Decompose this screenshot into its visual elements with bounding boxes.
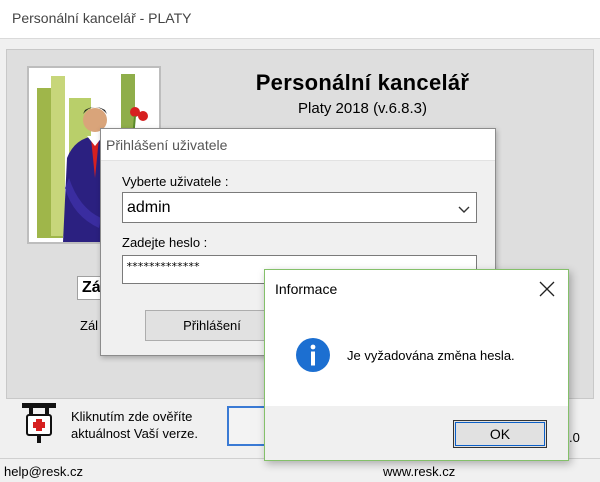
update-plug-icon[interactable] (18, 400, 60, 444)
background-label: Zál (80, 318, 99, 333)
main-window-title: Personální kancelář - PLATY (12, 10, 192, 26)
update-check-line2: aktuálnost Vaší verze. (71, 426, 198, 441)
info-dialog-titlebar: Informace (265, 270, 568, 308)
update-check-line1: Kliknutím zde ověříte (71, 409, 193, 424)
password-label: Zadejte heslo : (122, 235, 208, 250)
info-icon (295, 337, 331, 373)
login-dialog-titlebar: Přihlášení uživatele (101, 129, 495, 161)
info-message: Je vyžadována změna hesla. (347, 348, 515, 363)
login-dialog-title: Přihlášení uživatele (106, 137, 228, 153)
ok-button[interactable]: OK (453, 420, 547, 448)
update-check-link[interactable]: Kliknutím zde ověříte aktuálnost Vaší ve… (71, 408, 221, 442)
user-select-label: Vyberte uživatele : (122, 174, 229, 189)
close-icon[interactable] (533, 276, 561, 302)
password-mask: ************* (126, 260, 200, 273)
app-version: Platy 2018 (v.6.8.3) (298, 100, 427, 117)
chevron-down-icon[interactable] (458, 202, 470, 214)
status-website: www.resk.cz (383, 464, 456, 479)
user-select[interactable]: admin (122, 192, 477, 223)
version-fragment: .0 (569, 430, 580, 445)
main-window-titlebar: Personální kancelář - PLATY (0, 0, 600, 38)
status-email: help@resk.cz (4, 464, 83, 479)
info-dialog-title: Informace (275, 281, 338, 297)
app-title: Personální kancelář (255, 70, 470, 95)
info-dialog-footer: OK (265, 406, 568, 460)
login-button[interactable]: Přihlášení (145, 310, 279, 341)
user-select-value: admin (127, 199, 171, 216)
status-bar: help@resk.cz www.resk.cz (0, 458, 600, 482)
info-dialog: Informace Je vyžadována změna hesla. OK (264, 269, 569, 461)
